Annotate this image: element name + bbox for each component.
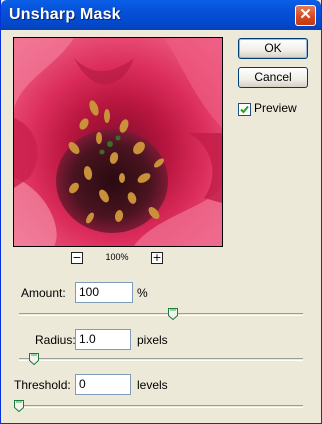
radius-slider-thumb[interactable] xyxy=(29,353,39,365)
preview-checkbox[interactable] xyxy=(238,103,251,116)
amount-slider-track[interactable] xyxy=(19,313,303,316)
cancel-button[interactable]: Cancel xyxy=(238,67,308,88)
preview-checkbox-label[interactable]: Preview xyxy=(254,101,297,115)
minus-icon: − xyxy=(72,251,82,264)
preview-image[interactable] xyxy=(13,37,223,247)
radius-slider-track[interactable] xyxy=(19,358,303,361)
close-button[interactable]: ✕ xyxy=(295,5,316,26)
zoom-level: 100% xyxy=(105,252,129,262)
amount-slider-thumb[interactable] xyxy=(168,308,178,320)
unsharp-mask-dialog: Unsharp Mask ✕ − 100% + OK Cancel Previe… xyxy=(0,0,322,424)
threshold-slider-thumb[interactable] xyxy=(14,400,24,412)
checkmark-icon xyxy=(240,105,249,114)
zoom-in-button[interactable]: + xyxy=(151,252,163,264)
threshold-input[interactable]: 0 xyxy=(75,374,131,395)
plus-icon: + xyxy=(152,251,162,264)
radius-unit: pixels xyxy=(137,333,168,347)
ok-button[interactable]: OK xyxy=(238,38,308,59)
amount-label: Amount: xyxy=(21,286,66,300)
title-bar[interactable]: Unsharp Mask ✕ xyxy=(1,0,321,30)
dialog-title: Unsharp Mask xyxy=(9,6,121,23)
radius-label: Radius: xyxy=(35,333,76,347)
zoom-out-button[interactable]: − xyxy=(71,252,83,264)
close-icon: ✕ xyxy=(299,6,312,23)
threshold-label: Threshold: xyxy=(14,378,71,392)
flower-preview-graphic xyxy=(14,38,222,246)
radius-input[interactable]: 1.0 xyxy=(75,329,131,350)
threshold-unit: levels xyxy=(137,378,168,392)
amount-input[interactable]: 100 xyxy=(75,282,133,303)
threshold-slider-track[interactable] xyxy=(19,405,303,408)
amount-unit: % xyxy=(137,286,148,300)
